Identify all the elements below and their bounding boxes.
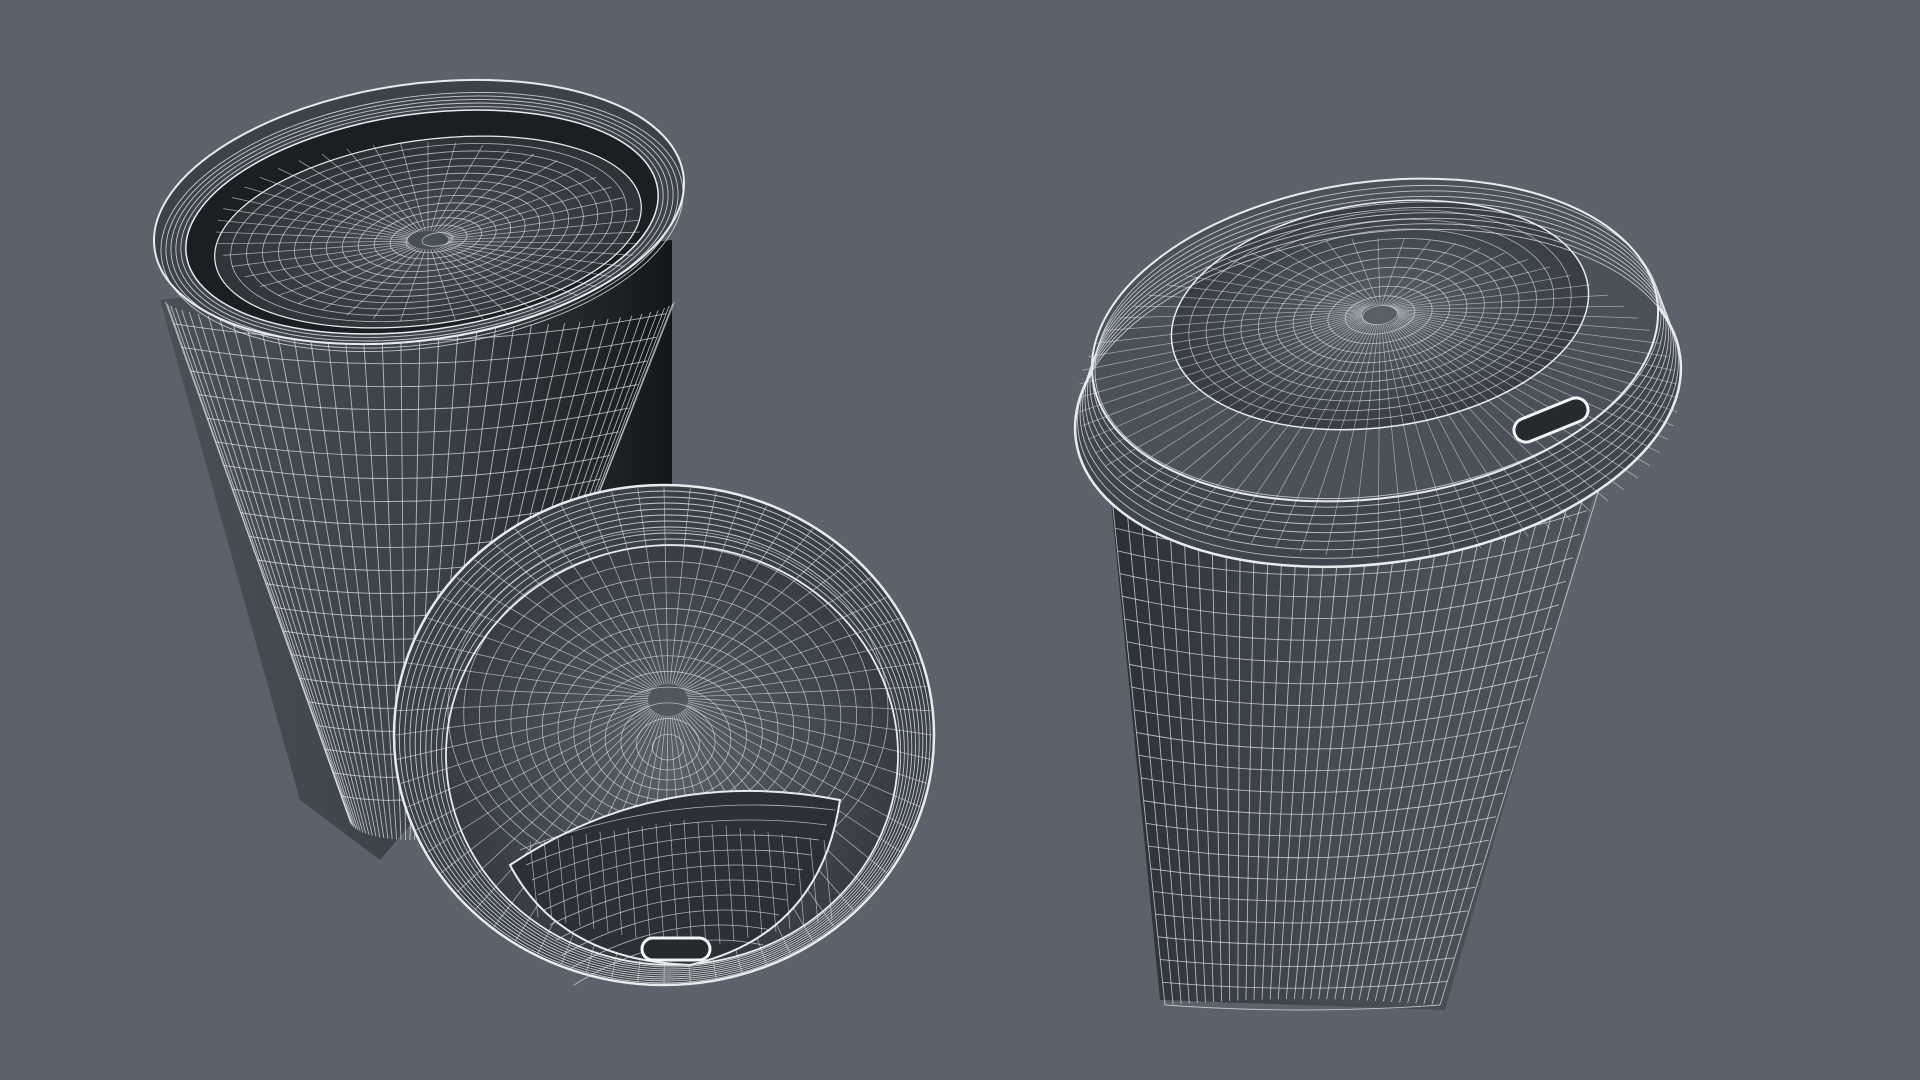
- lid-sip-hole: [640, 936, 712, 962]
- lidded-cup: [1073, 177, 1683, 1011]
- viewport: [0, 0, 1920, 1080]
- detached-lid: [392, 483, 936, 987]
- wireframe-render: [152, 78, 1683, 1011]
